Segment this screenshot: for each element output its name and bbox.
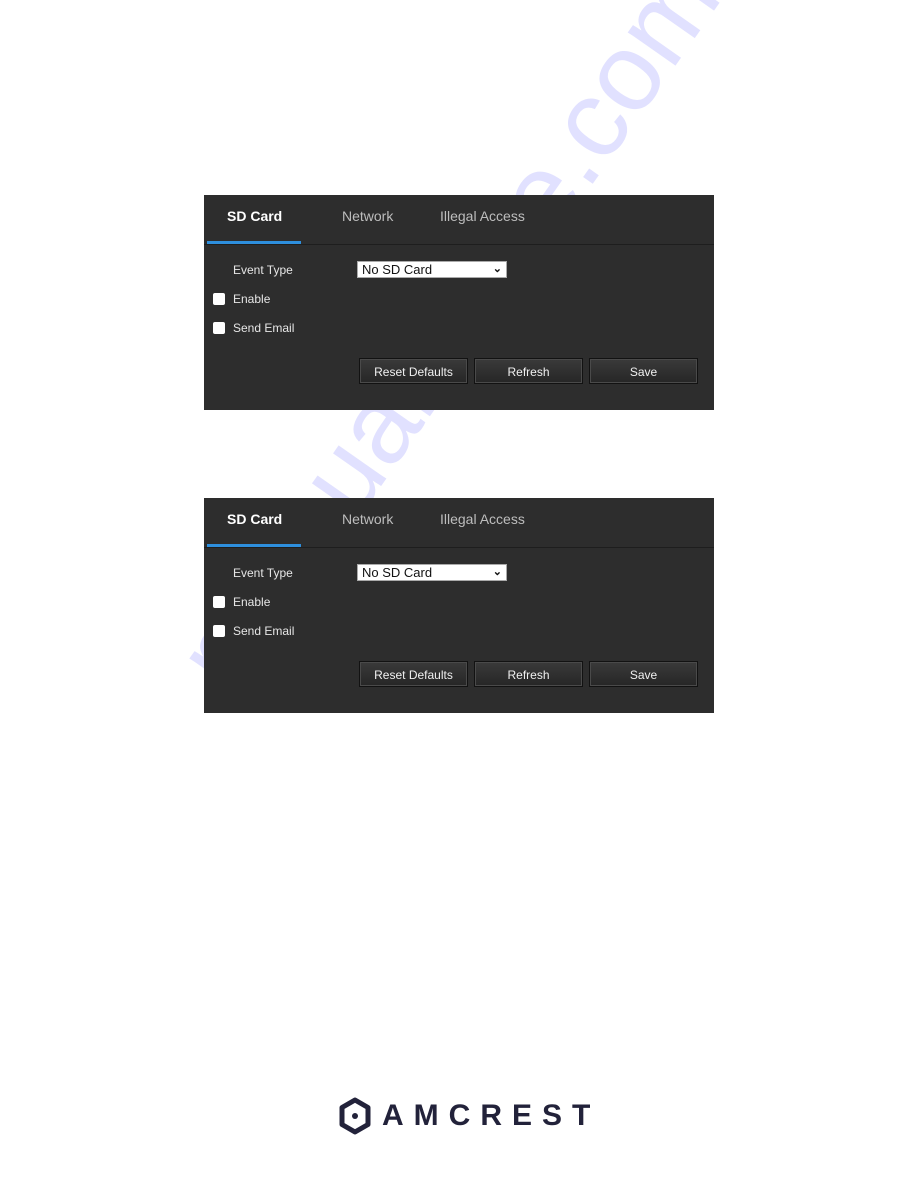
tab-illegal-access[interactable]: Illegal Access	[440, 511, 525, 527]
enable-checkbox[interactable]	[213, 596, 225, 608]
enable-checkbox[interactable]	[213, 293, 225, 305]
send-email-checkbox[interactable]	[213, 625, 225, 637]
refresh-button[interactable]: Refresh	[474, 661, 583, 687]
chevron-down-icon: ⌄	[492, 263, 502, 275]
event-type-select[interactable]: No SD Card ⌄	[357, 564, 507, 581]
brand-name: AMCREST	[382, 1099, 601, 1132]
save-button[interactable]: Save	[589, 661, 698, 687]
event-type-value: No SD Card	[362, 565, 433, 580]
save-button[interactable]: Save	[589, 358, 698, 384]
event-type-label: Event Type	[233, 566, 293, 580]
active-tab-indicator	[207, 544, 301, 547]
event-type-select[interactable]: No SD Card ⌄	[357, 261, 507, 278]
tab-sd-card[interactable]: SD Card	[227, 208, 282, 224]
sd-card-settings-panel-2: SD Card Network Illegal Access Event Typ…	[204, 498, 714, 713]
send-email-label: Send Email	[233, 321, 295, 335]
tab-bar: SD Card Network Illegal Access	[204, 195, 714, 245]
tab-network[interactable]: Network	[342, 208, 393, 224]
tab-illegal-access[interactable]: Illegal Access	[440, 208, 525, 224]
tab-sd-card[interactable]: SD Card	[227, 511, 282, 527]
reset-defaults-button[interactable]: Reset Defaults	[359, 358, 468, 384]
send-email-label: Send Email	[233, 624, 295, 638]
reset-defaults-button[interactable]: Reset Defaults	[359, 661, 468, 687]
sd-card-settings-panel-1: SD Card Network Illegal Access Event Typ…	[204, 195, 714, 410]
event-type-label: Event Type	[233, 263, 293, 277]
enable-label: Enable	[233, 292, 271, 306]
tab-network[interactable]: Network	[342, 511, 393, 527]
enable-label: Enable	[233, 595, 271, 609]
tab-bar: SD Card Network Illegal Access	[204, 498, 714, 548]
refresh-button[interactable]: Refresh	[474, 358, 583, 384]
amcrest-logo: AMCREST	[338, 1096, 600, 1136]
event-type-value: No SD Card	[362, 262, 433, 277]
chevron-down-icon: ⌄	[492, 566, 502, 578]
amcrest-hexagon-icon	[339, 1097, 371, 1135]
send-email-checkbox[interactable]	[213, 322, 225, 334]
active-tab-indicator	[207, 241, 301, 244]
